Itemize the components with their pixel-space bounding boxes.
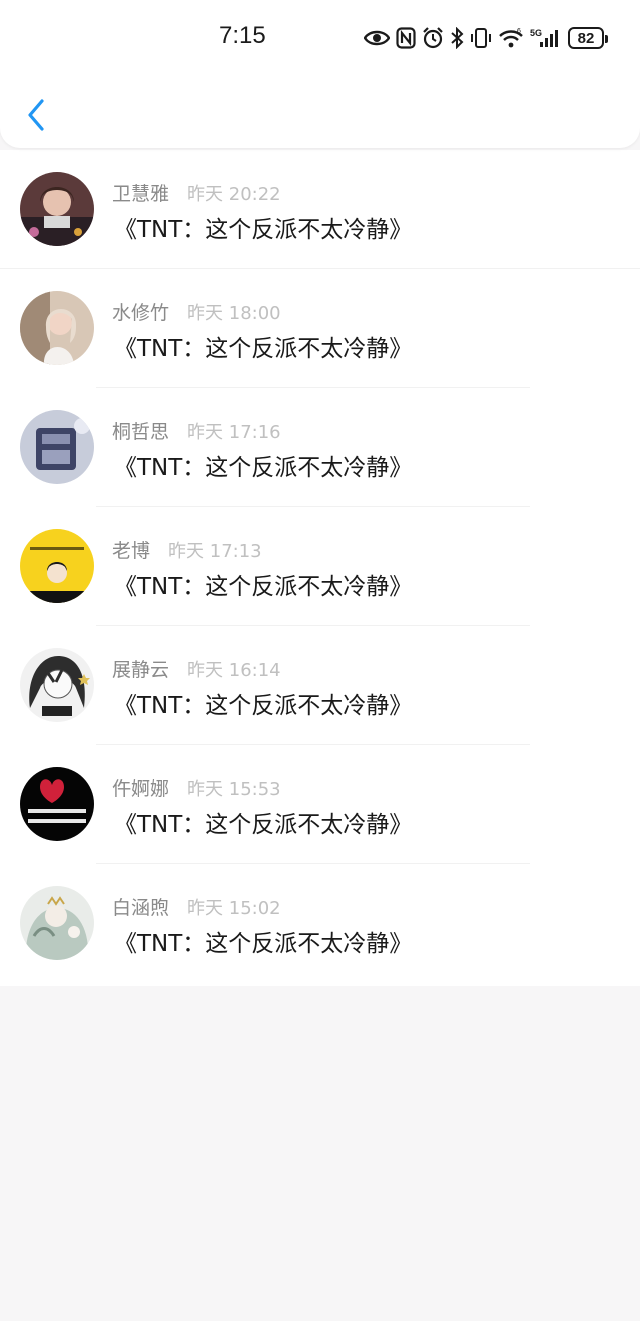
avatar[interactable] (20, 172, 94, 246)
list-item[interactable]: 水修竹 昨天 18:00 《TNT：这个反派不太冷静》 (0, 269, 640, 388)
list-item[interactable]: 卫慧雅 昨天 20:22 《TNT：这个反派不太冷静》 (0, 150, 640, 269)
signal-5g-icon: 5G (530, 25, 558, 51)
timestamp: 昨天 15:53 (187, 779, 281, 800)
list-item[interactable]: 桐哲思 昨天 17:16 《TNT：这个反派不太冷静》 (0, 388, 640, 507)
item-meta: 仵婀娜 昨天 15:53 (112, 774, 281, 801)
back-button[interactable] (18, 92, 54, 138)
message-text: 《TNT：这个反派不太冷静》 (114, 812, 413, 838)
sender-name: 桐哲思 (112, 421, 170, 443)
message-text: 《TNT：这个反派不太冷静》 (114, 931, 413, 957)
eye-icon (364, 25, 390, 51)
avatar[interactable] (20, 529, 94, 603)
message-text: 《TNT：这个反派不太冷静》 (114, 693, 413, 719)
battery-indicator: 82 (568, 27, 608, 49)
nfc-icon (396, 25, 416, 51)
list-item[interactable]: 白涵煦 昨天 15:02 《TNT：这个反派不太冷静》 (0, 864, 640, 983)
avatar[interactable] (20, 767, 94, 841)
list-item[interactable]: 老博 昨天 17:13 《TNT：这个反派不太冷静》 (0, 507, 640, 626)
list-item[interactable]: 仵婀娜 昨天 15:53 《TNT：这个反派不太冷静》 (0, 745, 640, 864)
vibrate-icon (470, 25, 492, 51)
item-meta: 卫慧雅 昨天 20:22 (112, 179, 281, 206)
status-time: 7:15 (219, 22, 266, 49)
message-text: 《TNT：这个反派不太冷静》 (114, 217, 413, 243)
sender-name: 展静云 (112, 659, 170, 681)
svg-text:5G: 5G (530, 28, 542, 38)
sender-name: 白涵煦 (112, 897, 170, 919)
timestamp: 昨天 17:13 (168, 541, 262, 562)
wifi-icon: 6 (498, 25, 524, 51)
chevron-left-icon (28, 99, 44, 131)
list-item[interactable]: 展静云 昨天 16:14 《TNT：这个反派不太冷静》 (0, 626, 640, 745)
message-list: 卫慧雅 昨天 20:22 《TNT：这个反派不太冷静》 水修竹 昨天 18:00… (0, 150, 640, 986)
avatar[interactable] (20, 291, 94, 365)
message-text: 《TNT：这个反派不太冷静》 (114, 455, 413, 481)
sender-name: 卫慧雅 (112, 183, 170, 205)
svg-text:6: 6 (517, 28, 521, 35)
item-meta: 水修竹 昨天 18:00 (112, 298, 281, 325)
timestamp: 昨天 16:14 (187, 660, 281, 681)
timestamp: 昨天 18:00 (187, 303, 281, 324)
message-text: 《TNT：这个反派不太冷静》 (114, 574, 413, 600)
message-text: 《TNT：这个反派不太冷静》 (114, 336, 413, 362)
timestamp: 昨天 17:16 (187, 422, 281, 443)
sender-name: 仵婀娜 (112, 778, 170, 800)
item-meta: 白涵煦 昨天 15:02 (112, 893, 281, 920)
item-meta: 老博 昨天 17:13 (112, 536, 262, 563)
item-meta: 桐哲思 昨天 17:16 (112, 417, 281, 444)
avatar[interactable] (20, 886, 94, 960)
timestamp: 昨天 15:02 (187, 898, 281, 919)
alarm-icon (422, 25, 444, 51)
item-meta: 展静云 昨天 16:14 (112, 655, 281, 682)
avatar[interactable] (20, 410, 94, 484)
top-bar: 7:15 6 5G 82 (0, 0, 640, 148)
avatar[interactable] (20, 648, 94, 722)
sender-name: 老博 (112, 540, 151, 562)
bluetooth-icon (450, 25, 464, 51)
sender-name: 水修竹 (112, 302, 170, 324)
timestamp: 昨天 20:22 (187, 184, 281, 205)
status-icons: 6 5G 82 (364, 24, 608, 52)
